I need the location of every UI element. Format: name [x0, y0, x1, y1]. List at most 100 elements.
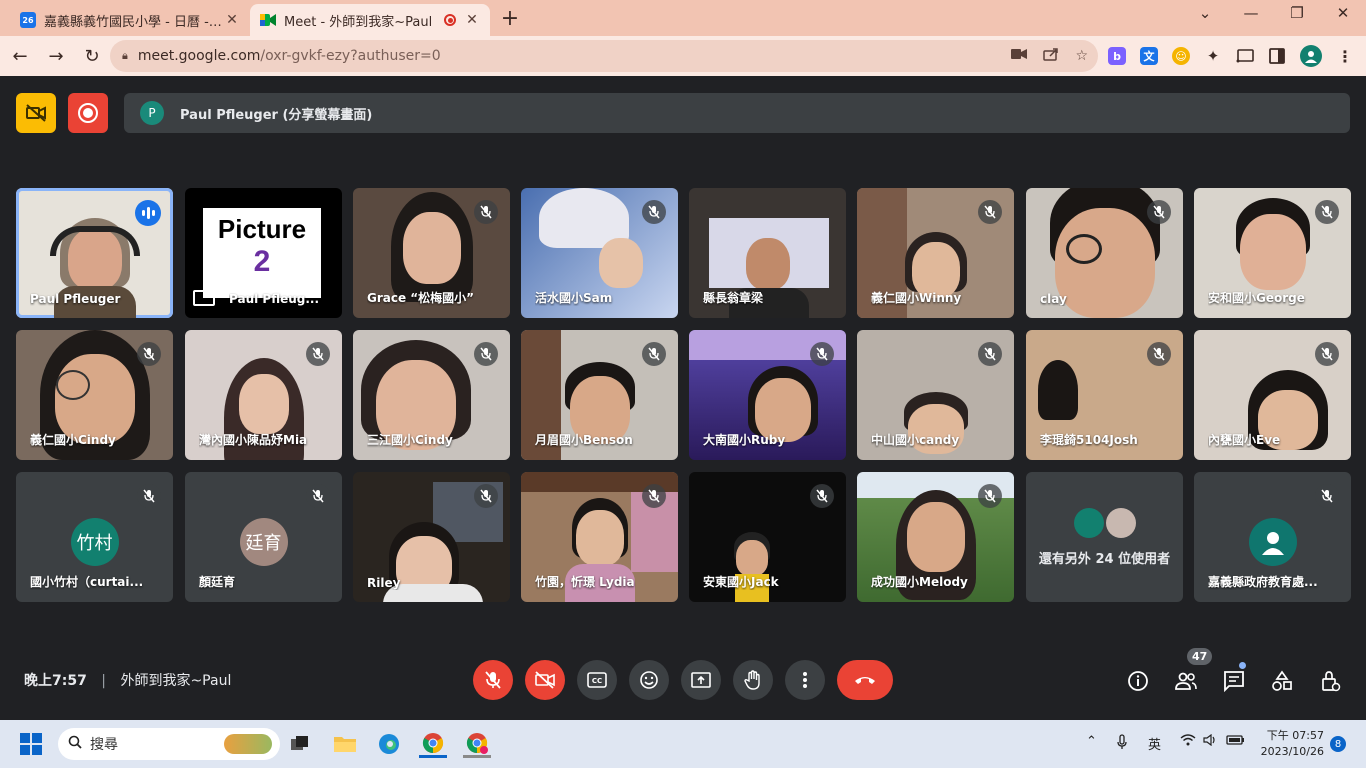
participant-tile[interactable]: 竹園，忻璟 Lydia: [521, 472, 678, 602]
participant-tile[interactable]: 義仁國小Winny: [857, 188, 1014, 318]
participant-tile[interactable]: 中山國小candy: [857, 330, 1014, 460]
participant-tile[interactable]: 縣長翁章梁: [689, 188, 846, 318]
lock-icon[interactable]: 🔒︎: [122, 49, 128, 63]
slide-preview: Picture 2: [203, 208, 321, 298]
participant-tile[interactable]: 安東國小Jack: [689, 472, 846, 602]
hair-shape: [1038, 360, 1078, 420]
participant-tile[interactable]: 李琨錡5104Josh: [1026, 330, 1183, 460]
task-view-icon[interactable]: [286, 730, 314, 758]
bitwarden-extension-icon[interactable]: b: [1108, 47, 1126, 65]
participant-name: 活水國小Sam: [535, 291, 613, 305]
recording-icon: [444, 14, 456, 26]
close-icon[interactable]: ✕: [464, 12, 480, 28]
bookmark-star-icon[interactable]: ☆: [1075, 48, 1088, 64]
camera-in-use-icon[interactable]: [1011, 48, 1028, 64]
close-icon[interactable]: ✕: [224, 12, 240, 28]
captions-button[interactable]: CC: [577, 660, 617, 700]
participant-tile[interactable]: 月眉國小Benson: [521, 330, 678, 460]
tab-meet[interactable]: Meet - 外師到我家~Paul ✕: [250, 4, 490, 36]
address-bar[interactable]: 🔒︎ meet.google.com/oxr-gvkf-ezy?authuser…: [110, 40, 1098, 72]
face-shape: [402, 212, 461, 284]
emoji-reaction-button[interactable]: [629, 660, 669, 700]
side-panel-icon[interactable]: [1268, 47, 1286, 65]
reload-icon[interactable]: ↻: [76, 40, 108, 72]
present-screen-button[interactable]: [681, 660, 721, 700]
translate-extension-icon[interactable]: 文: [1140, 47, 1158, 65]
participant-tile[interactable]: clay: [1026, 188, 1183, 318]
presenting-banner[interactable]: P Paul Pfleuger (分享螢幕畫面): [124, 93, 1350, 133]
restore-button[interactable]: ❐: [1274, 4, 1320, 22]
camera-toggle-button[interactable]: [525, 660, 565, 700]
taskbar-search-box[interactable]: 搜尋: [58, 728, 280, 760]
leave-call-button[interactable]: [837, 660, 893, 700]
mic-off-icon: [978, 200, 1002, 224]
participant-tile[interactable]: 廷育 顏廷育: [185, 472, 342, 602]
file-explorer-icon[interactable]: [331, 730, 359, 758]
mic-toggle-button[interactable]: [473, 660, 513, 700]
notification-count-badge[interactable]: 8: [1330, 736, 1346, 752]
forward-arrow-icon[interactable]: →: [40, 40, 72, 72]
tab-calendar[interactable]: 26 嘉義縣義竹國民小學 - 日曆 - 活動 ✕: [10, 4, 250, 36]
participant-tile[interactable]: 內甕國小Eve: [1194, 330, 1351, 460]
participant-tile[interactable]: 竹村 國小竹村（curtai...: [16, 472, 173, 602]
microphone-icon[interactable]: [1116, 734, 1128, 754]
chat-icon[interactable]: [1219, 666, 1249, 696]
edge-icon[interactable]: [375, 730, 403, 758]
taskbar-clock[interactable]: 下午 07:57 2023/10/26: [1260, 728, 1324, 760]
camera-off-indicator-button[interactable]: [16, 93, 56, 133]
wifi-icon[interactable]: [1180, 734, 1196, 750]
meeting-time: 晚上7:57: [24, 673, 87, 689]
participant-tile[interactable]: 義仁國小Cindy: [16, 330, 173, 460]
recording-button[interactable]: [68, 93, 108, 133]
people-icon[interactable]: [1171, 666, 1201, 696]
participant-tile[interactable]: 三江國小Cindy: [353, 330, 510, 460]
avatar: [1105, 508, 1136, 538]
mic-off-icon: [1315, 200, 1339, 224]
chrome-profile-icon[interactable]: [463, 730, 491, 758]
participant-tile[interactable]: 灣內國小陳品妤Mia: [185, 330, 342, 460]
participant-tile[interactable]: Riley: [353, 472, 510, 602]
puzzle-extensions-icon[interactable]: ✦: [1204, 47, 1222, 65]
participant-tile[interactable]: Grace “松梅國小”: [353, 188, 510, 318]
more-vert-icon[interactable]: ⋮: [1336, 47, 1354, 66]
share-icon[interactable]: [1043, 47, 1059, 65]
presentation-tile[interactable]: Picture 2 Paul Pfleug...: [185, 188, 342, 318]
chrome-icon[interactable]: [419, 730, 447, 758]
mic-off-icon: [642, 200, 666, 224]
browser-tab-bar: 26 嘉義縣義竹國民小學 - 日曆 - 活動 ✕ Meet - 外師到我家~Pa…: [0, 0, 1366, 36]
more-participants-tile[interactable]: 還有另外 24 位使用者: [1026, 472, 1183, 602]
profile-avatar-icon[interactable]: [1300, 45, 1322, 67]
minimize-button[interactable]: —: [1228, 4, 1274, 22]
back-arrow-icon[interactable]: ←: [4, 40, 36, 72]
new-tab-button[interactable]: +: [498, 6, 522, 31]
tab-search-chevron-down-icon[interactable]: ⌄: [1182, 4, 1228, 22]
host-controls-lock-icon[interactable]: [1315, 666, 1345, 696]
volume-icon[interactable]: [1203, 733, 1217, 750]
participant-avatar: [1248, 518, 1297, 566]
participant-tile[interactable]: 成功國小Melody: [857, 472, 1014, 602]
close-window-button[interactable]: ✕: [1320, 4, 1366, 22]
more-options-button[interactable]: [785, 660, 825, 700]
raise-hand-button[interactable]: [733, 660, 773, 700]
activities-icon[interactable]: [1267, 666, 1297, 696]
mic-off-icon: [306, 484, 330, 508]
clock-date: 2023/10/26: [1260, 745, 1324, 758]
cast-icon[interactable]: [1236, 47, 1254, 65]
meeting-details-icon[interactable]: [1123, 666, 1153, 696]
participant-name: 灣內國小陳品妤Mia: [199, 433, 308, 447]
participant-grid: Paul Pfleuger Picture 2 Paul Pfleug... G…: [16, 188, 1351, 602]
participant-tile[interactable]: 嘉義縣政府教育處...: [1194, 472, 1351, 602]
meet-favicon-icon: [260, 12, 276, 28]
emoji-extension-icon[interactable]: ☺: [1172, 47, 1190, 65]
glasses-shape: [56, 370, 90, 400]
chevron-up-icon[interactable]: ⌃: [1086, 734, 1097, 749]
participant-tile[interactable]: 活水國小Sam: [521, 188, 678, 318]
participant-tile[interactable]: 安和國小George: [1194, 188, 1351, 318]
participant-tile[interactable]: 大南國小Ruby: [689, 330, 846, 460]
participant-tile[interactable]: Paul Pfleuger: [16, 188, 173, 318]
windows-start-icon[interactable]: [20, 733, 42, 755]
ime-indicator[interactable]: 英: [1148, 734, 1161, 753]
battery-icon[interactable]: [1226, 734, 1246, 750]
chat-unread-dot: [1239, 662, 1246, 669]
mic-off-icon: [642, 484, 666, 508]
